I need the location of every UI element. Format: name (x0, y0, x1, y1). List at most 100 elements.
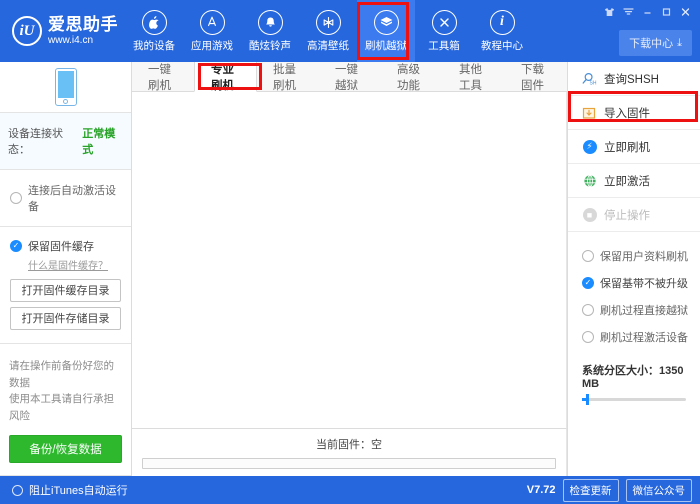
tab-advanced[interactable]: 高级功能 (381, 62, 443, 92)
globe-glyph (583, 174, 596, 187)
system-partition-slider: 系统分区大小：1350 MB (568, 354, 700, 405)
app-window: iU 爱思助手 www.i4.cn 我的设备 应用游戏 酷炫铃声 高清壁纸 刷机… (0, 0, 700, 504)
snowflake-glyph (323, 16, 333, 28)
keep-user-data-label: 保留用户资料刷机 (600, 250, 688, 263)
brand-text: 爱思助手 www.i4.cn (48, 14, 118, 46)
bell-icon (257, 9, 283, 35)
app-header: iU 爱思助手 www.i4.cn 我的设备 应用游戏 酷炫铃声 高清壁纸 刷机… (0, 0, 700, 62)
flash-jailbreak-glyph (380, 17, 392, 26)
skin-glyph (605, 7, 614, 16)
main-nav: 我的设备 应用游戏 酷炫铃声 高清壁纸 刷机越狱 工具箱 i 教程中心 (125, 0, 531, 62)
flash-progress-bar (142, 458, 556, 469)
brand-name: 爱思助手 (48, 14, 118, 34)
action-label: 查询SHSH (604, 73, 659, 86)
auto-activate-row[interactable]: 连接后自动激活设备 (10, 182, 121, 214)
stop-icon: ■ (582, 207, 597, 222)
action-query-shsh[interactable]: SH 查询SHSH (568, 62, 700, 96)
tools-icon (431, 9, 457, 35)
block-itunes-radio[interactable] (12, 484, 23, 496)
action-label: 导入固件 (604, 107, 650, 120)
stop-badge: ■ (582, 207, 597, 222)
nav-label: 刷机越狱 (365, 39, 407, 52)
apple-icon (141, 9, 167, 35)
maximize-icon[interactable] (658, 4, 675, 19)
activate-now-icon (582, 173, 597, 188)
search-shsh-glyph: SH (582, 72, 597, 86)
iphone-screen (57, 70, 74, 98)
tab-one-key-flash[interactable]: 一键刷机 (132, 62, 194, 92)
nav-item-tutorial-center[interactable]: i 教程中心 (473, 0, 531, 62)
tab-batch-flash[interactable]: 批量刷机 (257, 62, 319, 92)
tab-other-tools[interactable]: 其他工具 (443, 62, 505, 92)
apple-glyph (148, 15, 159, 29)
open-cache-dir-button[interactable]: 打开固件缓存目录 (10, 278, 121, 302)
app-body: 设备连接状态： 正常模式 连接后自动激活设备 ✓ 保留固件缓存 什么是固件缓存？… (0, 62, 700, 476)
version-label: V7.72 (526, 484, 556, 496)
close-icon[interactable] (677, 4, 694, 19)
tab-download-firmware[interactable]: 下载固件 (505, 62, 567, 92)
tools-glyph (439, 17, 449, 27)
keep-baseband-radio[interactable]: ✓ (582, 276, 594, 289)
skin-icon[interactable] (601, 4, 618, 19)
firmware-status-bar: 当前固件：空 (132, 428, 567, 476)
flash-now-badge: ⚡ (582, 139, 597, 154)
nav-item-toolbox[interactable]: 工具箱 (415, 0, 473, 62)
download-center-button[interactable]: 下载中心 ⤓ (619, 30, 692, 56)
action-flash-now[interactable]: ⚡ 立即刷机 (568, 130, 700, 164)
import-firmware-icon (582, 105, 597, 120)
iphone-home-button (63, 98, 68, 104)
wechat-button[interactable]: 微信公众号 (625, 478, 692, 502)
slider-track[interactable] (582, 394, 686, 405)
tab-bar: 一键刷机 专业刷机 批量刷机 一键越狱 高级功能 其他工具 下载固件 (132, 62, 567, 92)
nav-item-flash-jailbreak[interactable]: 刷机越狱 (357, 0, 415, 62)
tab-pro-flash[interactable]: 专业刷机 (194, 62, 257, 92)
footer-actions: V7.72 检查更新 微信公众号 (526, 478, 692, 502)
action-import-firmware[interactable]: 导入固件 (568, 96, 700, 130)
menu-dropdown-icon[interactable] (620, 4, 637, 19)
system-partition-label: 系统分区大小：1350 MB (582, 365, 684, 390)
flash-now-icon: ⚡ (582, 139, 597, 154)
svg-text:SH: SH (590, 80, 597, 86)
activate-during-flash-label: 刷机过程激活设备 (600, 331, 688, 344)
open-store-dir-button[interactable]: 打开固件存储目录 (10, 306, 121, 330)
nav-item-my-device[interactable]: 我的设备 (125, 0, 183, 62)
auto-activate-option[interactable]: 连接后自动激活设备 (0, 170, 131, 227)
download-center-label: 下载中心 (629, 38, 674, 50)
action-label: 立即刷机 (604, 141, 650, 154)
keep-cache-section: ✓ 保留固件缓存 什么是固件缓存？ 打开固件缓存目录 打开固件存储目录 (0, 227, 131, 344)
check-update-button[interactable]: 检查更新 (562, 478, 619, 502)
activate-during-flash-radio[interactable] (582, 330, 594, 343)
tab-one-key-jailbreak[interactable]: 一键越狱 (319, 62, 381, 92)
brand: iU 爱思助手 www.i4.cn (0, 14, 125, 46)
keep-user-data-radio[interactable] (582, 249, 594, 262)
device-status: 设备连接状态： 正常模式 (0, 112, 131, 170)
warning-line-1: 请在操作前备份好您的数据 (9, 359, 114, 389)
jailbreak-during-flash-radio[interactable] (582, 303, 594, 316)
nav-item-wallpapers[interactable]: 高清壁纸 (299, 0, 357, 62)
window-controls (601, 4, 694, 19)
device-preview (0, 62, 131, 113)
nav-label: 高清壁纸 (307, 39, 349, 52)
action-activate-now[interactable]: 立即激活 (568, 164, 700, 198)
nav-item-apps-games[interactable]: 应用游戏 (183, 0, 241, 62)
option-activate-during-flash[interactable]: 刷机过程激活设备 (568, 323, 700, 350)
cache-help-link[interactable]: 什么是固件缓存？ (28, 257, 121, 272)
option-keep-user-data[interactable]: 保留用户资料刷机 (568, 242, 700, 269)
block-itunes-option[interactable]: 阻止iTunes自动运行 (12, 482, 128, 498)
nav-item-ringtones[interactable]: 酷炫铃声 (241, 0, 299, 62)
option-jailbreak-during-flash[interactable]: 刷机过程直接越狱 (568, 296, 700, 323)
flash-options: 保留用户资料刷机 ✓ 保留基带不被升级 刷机过程直接越狱 刷机过程激活设备 (568, 232, 700, 354)
warning-line-2: 使用本工具请自行承担风险 (9, 393, 114, 423)
auto-activate-radio[interactable] (10, 191, 22, 204)
backup-restore-button[interactable]: 备份/恢复数据 (9, 435, 122, 463)
keep-cache-row[interactable]: ✓ 保留固件缓存 (10, 238, 121, 254)
download-arrow-icon: ⤓ (677, 36, 682, 49)
dropdown-glyph (623, 7, 634, 15)
nav-label: 酷炫铃声 (249, 39, 291, 52)
iphone-icon (54, 67, 77, 106)
option-keep-baseband[interactable]: ✓ 保留基带不被升级 (568, 269, 700, 296)
current-firmware-label: 当前固件：空 (316, 439, 382, 451)
keep-cache-radio[interactable]: ✓ (10, 239, 22, 252)
slider-thumb[interactable] (586, 394, 590, 405)
minimize-icon[interactable] (639, 4, 656, 19)
